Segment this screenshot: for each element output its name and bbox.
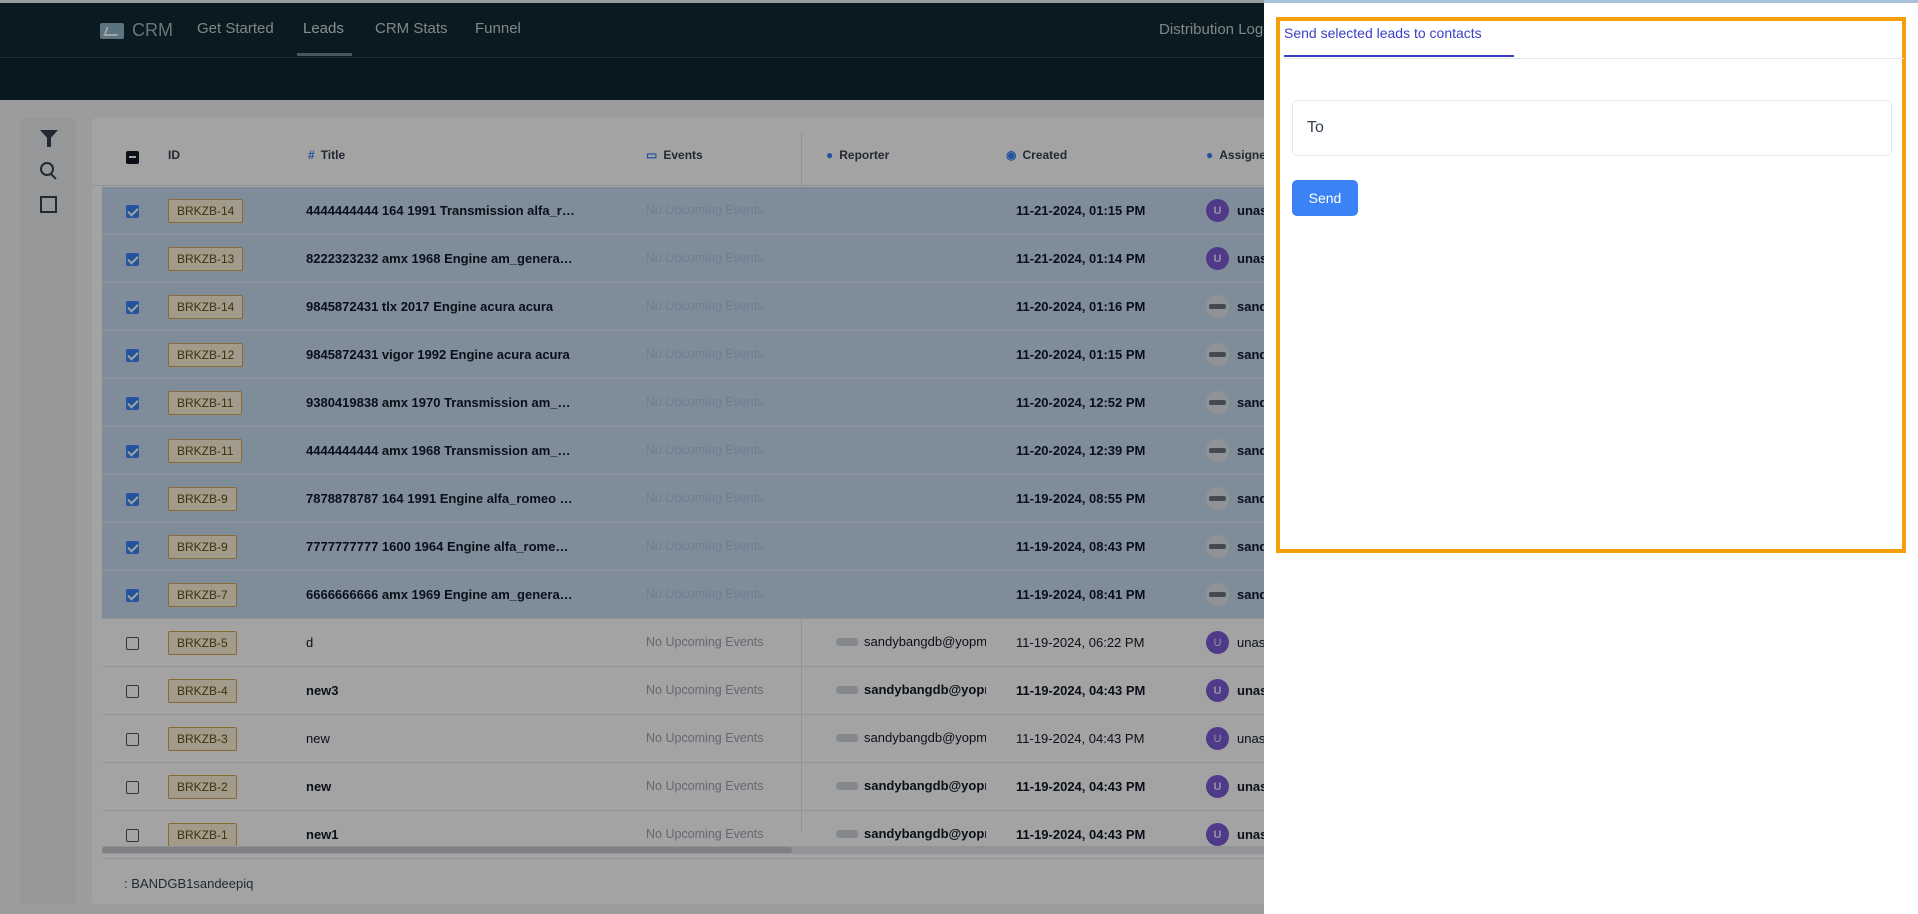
tab-active-indicator	[1284, 55, 1514, 57]
drawer-top-border	[1264, 0, 1918, 3]
to-input[interactable]	[1292, 100, 1892, 156]
send-leads-drawer: Send selected leads to contacts Send	[1264, 0, 1918, 914]
send-button[interactable]: Send	[1292, 180, 1358, 216]
modal-overlay[interactable]	[0, 0, 1264, 914]
tab-send-leads[interactable]: Send selected leads to contacts	[1284, 25, 1482, 41]
highlight-outline	[1276, 17, 1906, 553]
tab-divider	[1284, 58, 1904, 59]
